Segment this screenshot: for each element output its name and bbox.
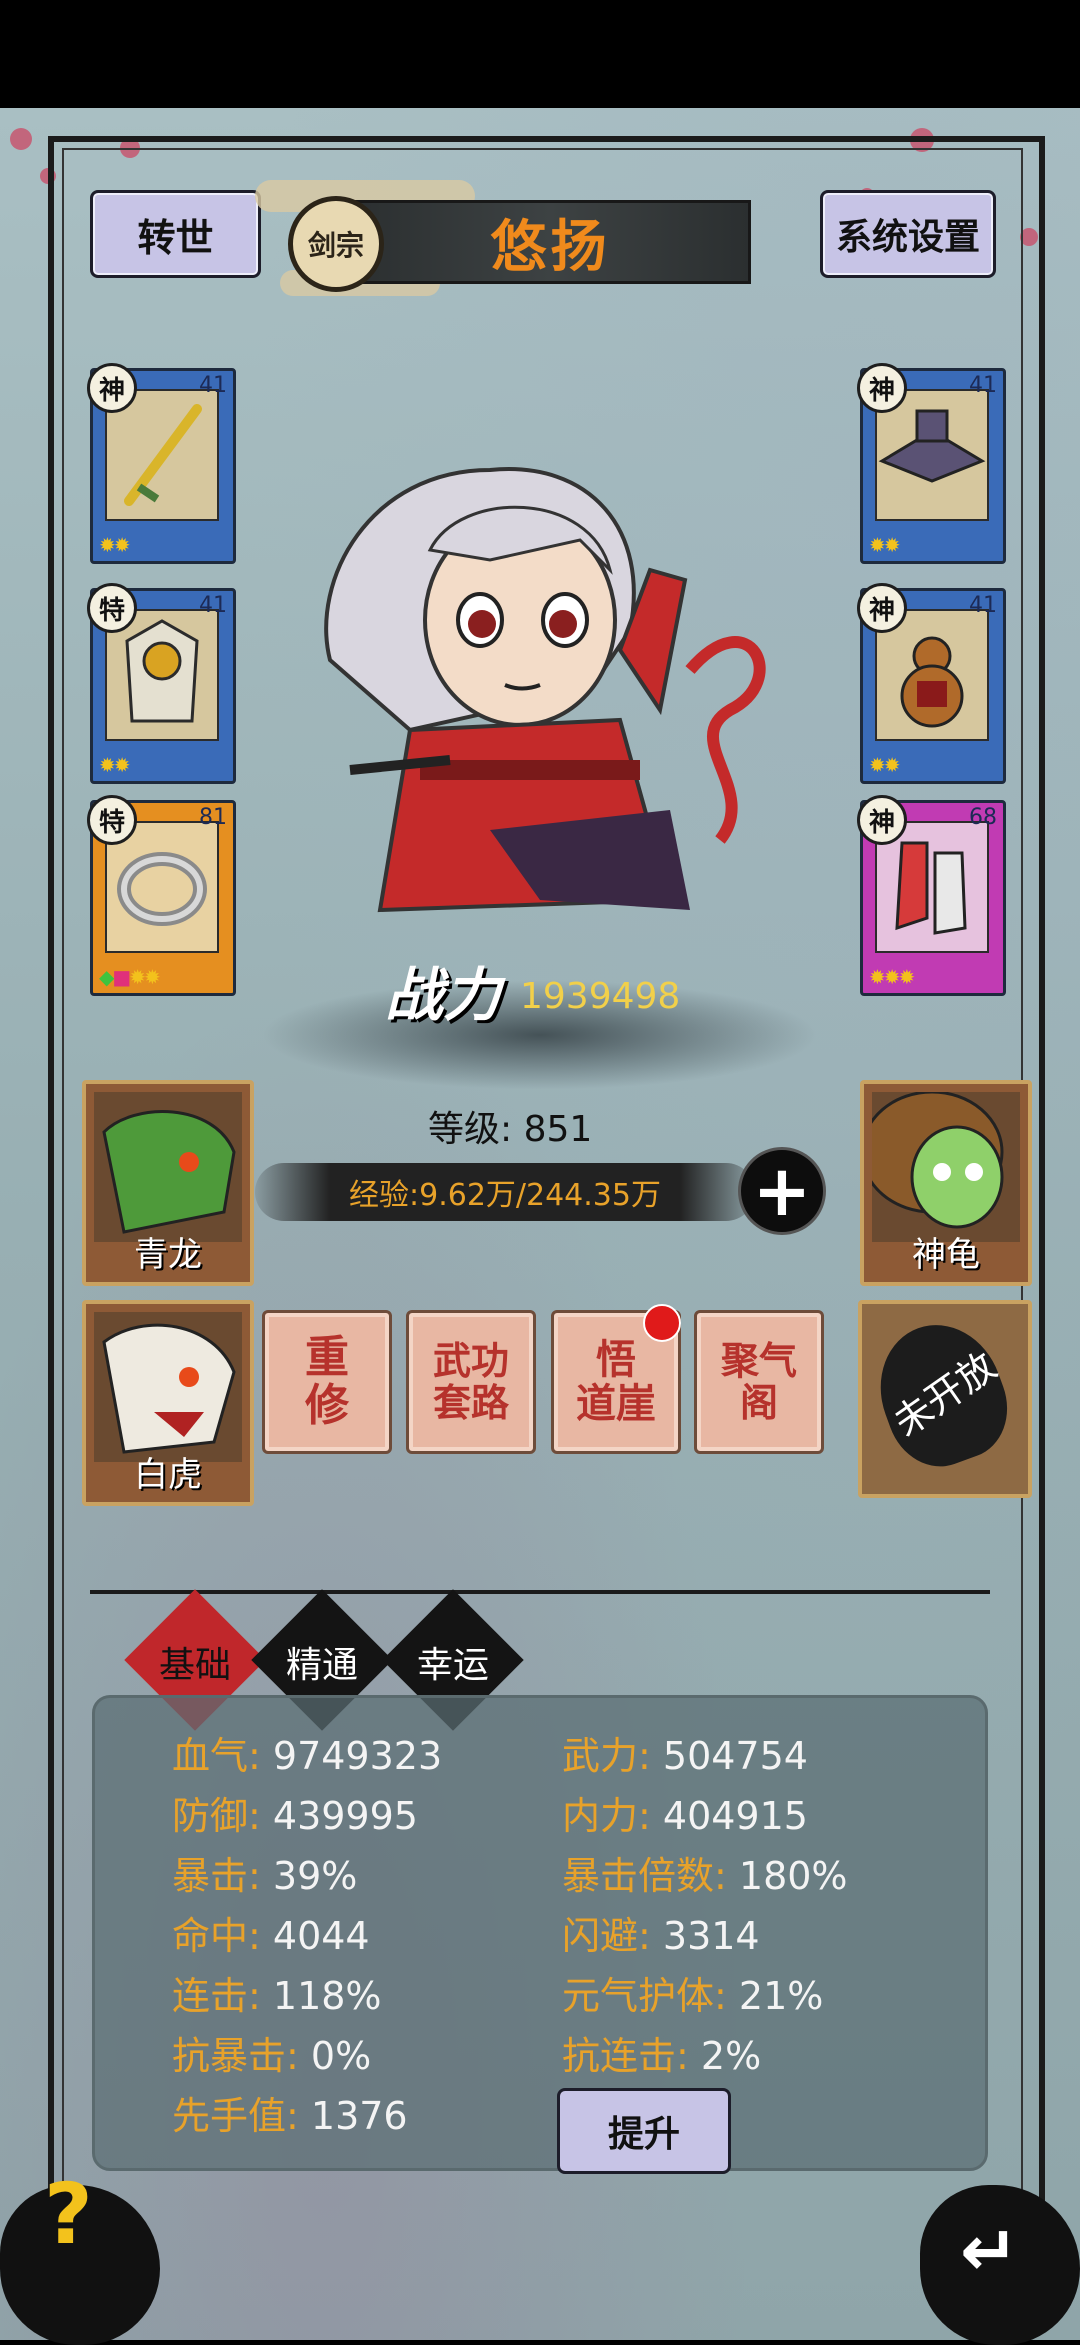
tier-badge: 特: [87, 795, 137, 845]
star-icons: ✹✹: [869, 533, 900, 557]
equip-slot-armor[interactable]: 特 41 ✹✹: [87, 583, 236, 784]
tier-badge: 神: [857, 583, 907, 633]
blossom-decoration: [10, 128, 32, 150]
player-character: [324, 467, 766, 913]
combat-power-label: 战力: [385, 961, 502, 1029]
star-icons: ✹✹✹: [869, 965, 915, 989]
tier-badge: 神: [857, 795, 907, 845]
tab-mastery[interactable]: 精通: [252, 1636, 392, 1688]
turtle-icon: [872, 1092, 1020, 1242]
gem-and-star-icons: ◆■✹✹: [99, 965, 161, 989]
stat-dodge: 闪避: 3314: [562, 1914, 760, 1958]
stat-crit: 暴击: 39%: [172, 1854, 358, 1898]
back-arrow-icon[interactable]: ↵: [960, 2210, 1019, 2292]
dragon-icon: [94, 1092, 242, 1242]
pet-baihu[interactable]: 白虎: [82, 1300, 254, 1506]
gather-qi-pavilion-button[interactable]: 聚气阁: [694, 1310, 824, 1454]
stat-inner-power: 内力: 404915: [562, 1794, 808, 1838]
stat-combo: 连击: 118%: [172, 1974, 382, 2018]
equip-slot-weapon[interactable]: 神 41 ✹✹: [87, 363, 236, 564]
equip-slot-hat[interactable]: 神 41 ✹✹: [857, 363, 1006, 564]
stat-hp: 血气: 9749323: [172, 1734, 443, 1778]
sect-badge: 剑宗: [288, 196, 384, 292]
notification-dot: [643, 1304, 681, 1342]
add-exp-button[interactable]: +: [738, 1147, 826, 1235]
equip-level: 41: [969, 373, 997, 398]
player-name-bar: 悠扬: [350, 200, 751, 284]
stat-defense: 防御: 439995: [172, 1794, 418, 1838]
martial-arts-button[interactable]: 武功 套路: [406, 1310, 536, 1454]
star-icons: ✹✹: [869, 753, 900, 777]
exp-text: 经验:9.62万/244.35万: [349, 1178, 661, 1213]
section-divider: [90, 1590, 990, 1594]
stat-anti-crit: 抗暴击: 0%: [172, 2034, 372, 2078]
pet-shengui[interactable]: 神龟: [860, 1080, 1032, 1286]
stat-hit: 命中: 4044: [172, 1914, 370, 1958]
pet-name: 白虎: [134, 1455, 202, 1495]
pet-name: 神龟: [912, 1235, 980, 1275]
tier-badge: 特: [87, 583, 137, 633]
retrain-button[interactable]: 重修: [262, 1310, 392, 1454]
system-settings-button[interactable]: 系统设置: [820, 190, 996, 278]
white-tiger-icon: [94, 1312, 242, 1462]
pet-slot-locked[interactable]: 未开放: [858, 1300, 1032, 1498]
equip-slot-gourd[interactable]: 神 41 ✹✹: [857, 583, 1006, 784]
equip-level: 81: [199, 805, 227, 830]
star-icons: ✹✹: [99, 753, 130, 777]
upgrade-button[interactable]: 提升: [557, 2088, 731, 2174]
tab-luck[interactable]: 幸运: [383, 1636, 523, 1688]
tier-badge: 神: [87, 363, 137, 413]
combat-power-value: 1939498: [520, 976, 681, 1017]
stat-attack: 武力: 504754: [562, 1734, 808, 1778]
equip-slot-ring[interactable]: 特 81 ◆■✹✹: [87, 795, 236, 996]
equip-level: 41: [969, 593, 997, 618]
pet-qinglong[interactable]: 青龙: [82, 1080, 254, 1286]
player-name: 悠扬: [490, 214, 611, 280]
tier-badge: 神: [857, 363, 907, 413]
stat-anti-combo: 抗连击: 2%: [562, 2034, 762, 2078]
level-text: 等级: 851: [428, 1109, 593, 1150]
help-icon[interactable]: ?: [44, 2165, 93, 2263]
exp-bar: 经验:9.62万/244.35万: [255, 1163, 755, 1221]
rebirth-button[interactable]: 转世: [90, 190, 261, 278]
pet-name: 青龙: [134, 1235, 202, 1275]
stat-qi-shield: 元气护体: 21%: [562, 1974, 824, 2018]
equip-level: 68: [969, 805, 997, 830]
stat-crit-multiplier: 暴击倍数: 180%: [562, 1854, 848, 1898]
equip-slot-boots[interactable]: 神 68 ✹✹✹: [857, 795, 1006, 996]
equip-level: 41: [199, 593, 227, 618]
tab-basic[interactable]: 基础: [125, 1636, 265, 1688]
star-icons: ✹✹: [99, 533, 130, 557]
stat-initiative: 先手值: 1376: [172, 2094, 408, 2138]
equip-level: 41: [199, 373, 227, 398]
